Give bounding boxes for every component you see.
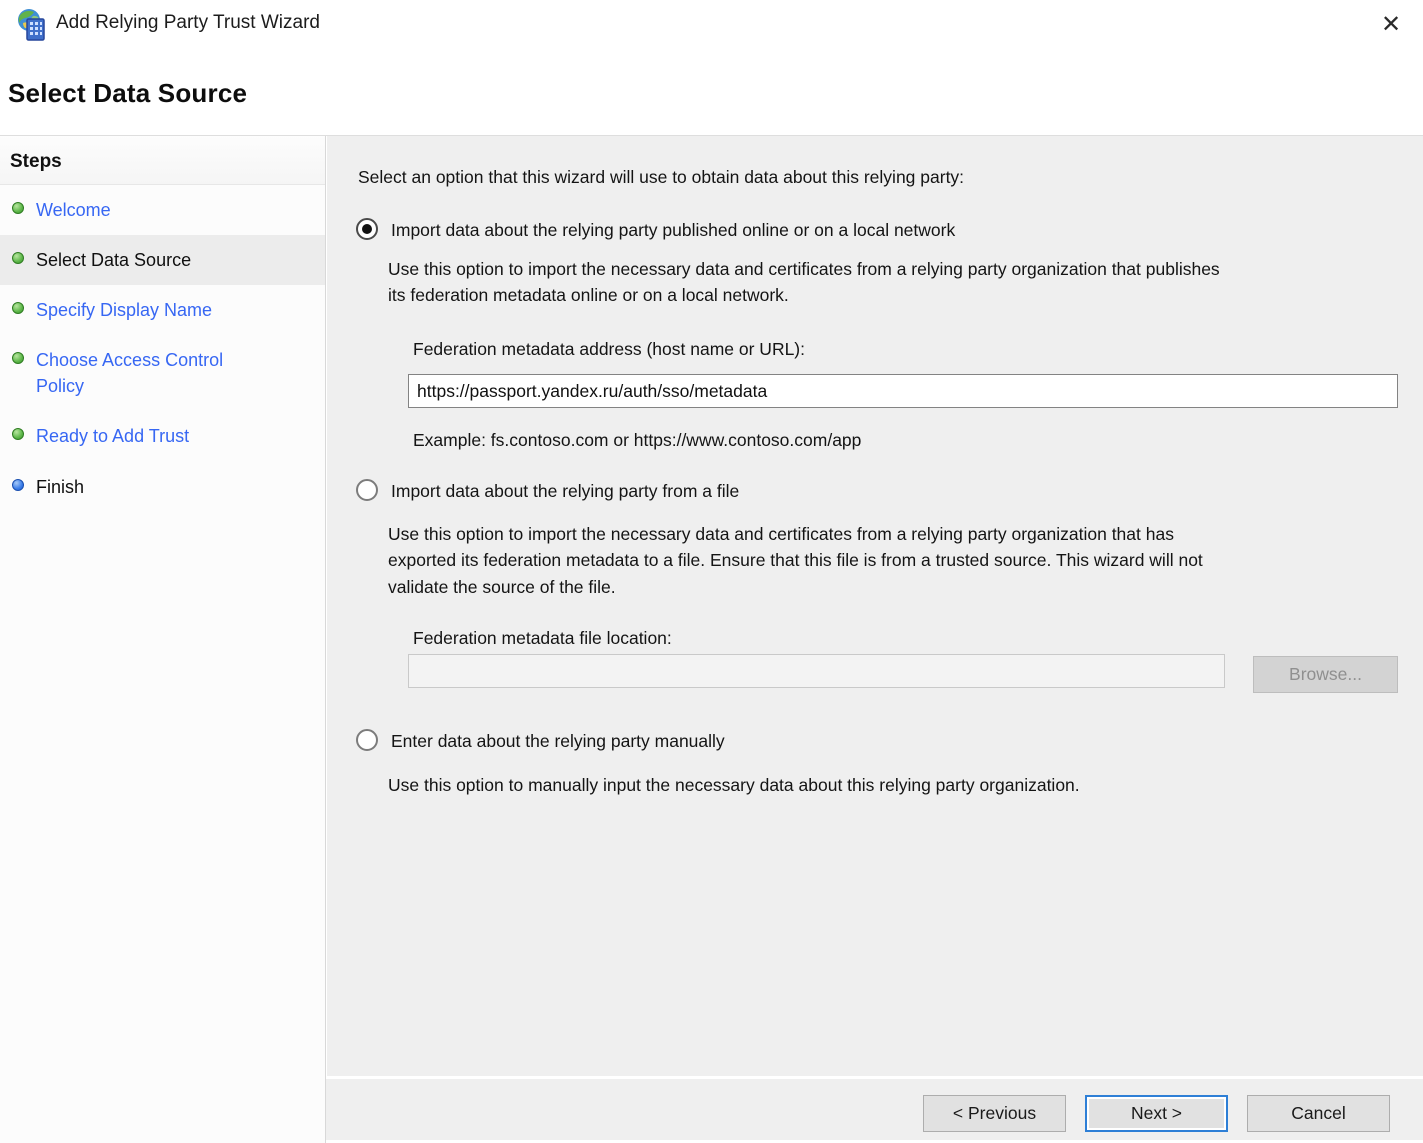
next-button[interactable]: Next > — [1085, 1095, 1228, 1132]
metadata-file-input[interactable] — [408, 654, 1225, 688]
step-item-finish[interactable]: Finish — [0, 462, 325, 512]
step-done-bullet-icon — [12, 202, 24, 214]
radio-import-online[interactable] — [356, 218, 378, 240]
step-item-select-data-source[interactable]: Select Data Source — [0, 235, 325, 286]
option-manual-description: Use this option to manually input the ne… — [388, 775, 1080, 795]
step-label[interactable]: Welcome — [36, 197, 111, 223]
step-item-welcome[interactable]: Welcome — [0, 185, 325, 235]
option-file-description: Use this option to import the necessary … — [388, 524, 1203, 597]
step-item-choose-access-control-policy[interactable]: Choose Access Control Policy — [0, 335, 325, 411]
add-relying-party-trust-wizard-window: { "window": { "title": "Add Relying Part… — [0, 0, 1423, 1143]
steps-sidebar: Steps Welcome Select Data Source Specify… — [0, 136, 326, 1140]
step-item-specify-display-name[interactable]: Specify Display Name — [0, 285, 325, 335]
metadata-file-label: Federation metadata file location: — [413, 628, 672, 648]
step-pending-bullet-icon — [12, 478, 24, 491]
step-done-bullet-icon — [12, 252, 24, 265]
steps-header: Steps — [0, 136, 325, 185]
adfs-wizard-icon — [18, 9, 45, 41]
window-title: Add Relying Party Trust Wizard — [56, 12, 320, 33]
close-icon[interactable]: ✕ — [1375, 8, 1407, 40]
metadata-address-label: Federation metadata address (host name o… — [413, 339, 805, 359]
step-label: Select Data Source — [36, 250, 192, 271]
step-label[interactable]: Ready to Add Trust — [36, 423, 189, 449]
cancel-button[interactable]: Cancel — [1247, 1095, 1390, 1132]
step-label[interactable]: Specify Display Name — [36, 297, 212, 323]
step-label[interactable]: Finish — [36, 474, 84, 500]
step-done-bullet-icon — [12, 352, 24, 365]
step-done-bullet-icon — [12, 428, 24, 441]
browse-button[interactable]: Browse... — [1253, 656, 1398, 693]
title-bar: Add Relying Party Trust Wizard ✕ — [0, 0, 1423, 48]
step-label[interactable]: Choose Access Control Policy — [36, 347, 268, 399]
wizard-page-content: Select an option that this wizard will u… — [327, 136, 1423, 1076]
radio-import-file[interactable] — [356, 479, 378, 501]
metadata-address-example: Example: fs.contoso.com or https://www.c… — [413, 430, 862, 450]
wizard-button-bar: < Previous Next > Cancel — [0, 1076, 1423, 1143]
intro-text: Select an option that this wizard will u… — [358, 167, 965, 187]
page-title: Select Data Source — [8, 78, 248, 108]
radio-import-file-label[interactable]: Import data about the relying party from… — [391, 481, 739, 502]
previous-button[interactable]: < Previous — [923, 1095, 1066, 1132]
radio-import-online-label[interactable]: Import data about the relying party publ… — [391, 220, 955, 241]
metadata-address-input[interactable] — [408, 374, 1398, 408]
radio-enter-manually-label[interactable]: Enter data about the relying party manua… — [391, 731, 725, 752]
step-item-ready-to-add-trust[interactable]: Ready to Add Trust — [0, 411, 325, 461]
sidebar-footer-mask — [0, 1076, 326, 1143]
radio-enter-manually[interactable] — [356, 729, 378, 751]
step-done-bullet-icon — [12, 302, 24, 315]
option-online-description: Use this option to import the necessary … — [388, 259, 1220, 306]
